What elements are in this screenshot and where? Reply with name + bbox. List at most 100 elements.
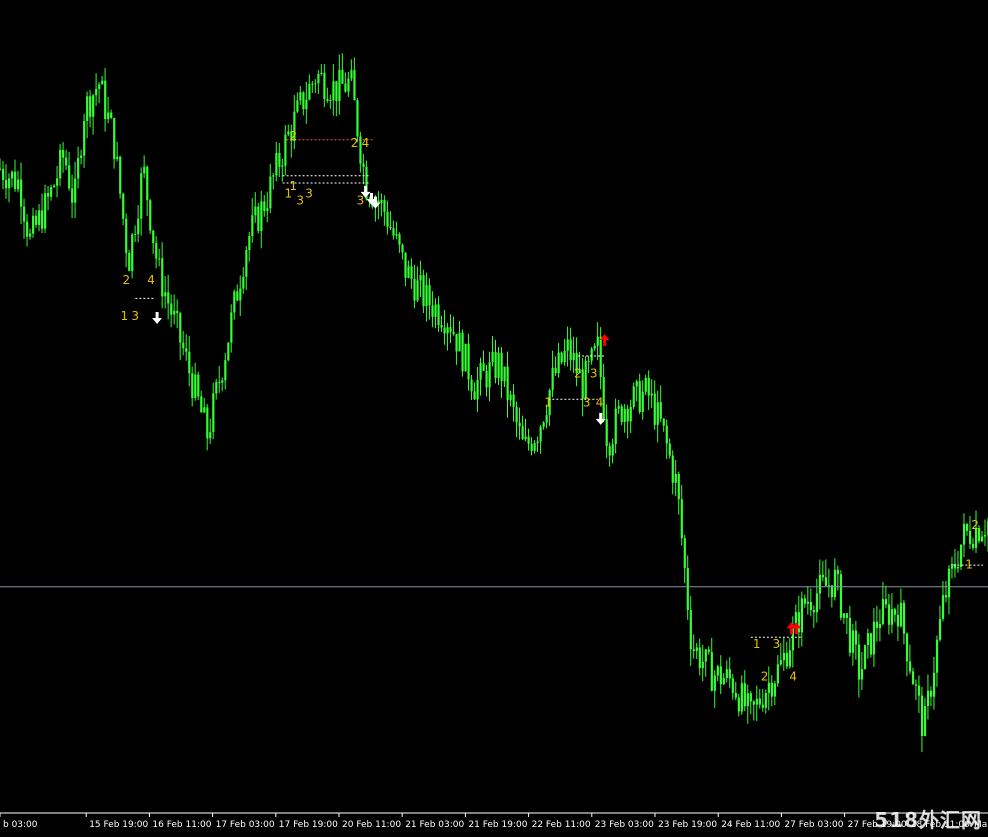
candle-body <box>296 100 299 112</box>
candle-body <box>278 153 281 167</box>
candle-body <box>824 577 828 586</box>
candle-body <box>725 669 728 679</box>
candle-body <box>323 72 326 99</box>
candle-body <box>449 327 452 332</box>
candle-body <box>893 609 897 615</box>
candle-body <box>62 149 65 158</box>
candle-body <box>908 661 912 672</box>
candle-body <box>434 304 437 317</box>
x-tick-label: 20 Feb 11:00 <box>342 820 401 830</box>
candle-body <box>395 234 398 236</box>
candle-body <box>104 80 107 120</box>
candle-body <box>251 215 254 237</box>
candle-body <box>560 352 563 363</box>
candle-body <box>11 171 14 179</box>
candle-body <box>734 692 737 698</box>
candle-body <box>257 206 260 231</box>
candle-body <box>716 666 719 676</box>
wave-label: 2 <box>351 136 359 150</box>
candle-body <box>182 342 185 349</box>
candle-body <box>17 179 20 190</box>
candle-body <box>743 683 746 707</box>
candle-body <box>917 685 921 696</box>
candle-body <box>530 443 533 451</box>
candle-body <box>131 234 134 272</box>
candle-body <box>479 363 482 380</box>
wave-label: 3 <box>357 194 365 208</box>
wave-label: 2 <box>761 669 769 683</box>
candle-body <box>902 602 906 634</box>
candle-body <box>803 598 807 604</box>
candle-body <box>326 98 329 101</box>
candle-body <box>914 684 918 686</box>
candle-body <box>269 176 272 209</box>
candle-body <box>413 278 416 301</box>
x-tick-label: 15 Feb 19:00 <box>89 820 148 830</box>
candle-body <box>983 534 987 537</box>
candle-body <box>608 446 611 456</box>
candle-body <box>521 426 524 440</box>
candle-body <box>656 402 659 425</box>
candle-body <box>533 443 536 451</box>
candle-body <box>515 406 518 423</box>
candle-body <box>839 574 843 618</box>
candle-body <box>737 697 740 712</box>
candle-body <box>896 614 900 627</box>
candle-body <box>965 524 969 531</box>
candle-body <box>443 327 446 334</box>
candle-body <box>980 536 984 542</box>
candle-body <box>230 312 233 343</box>
candle-body <box>383 199 386 212</box>
candle-body <box>122 193 125 219</box>
candle-body <box>356 100 359 137</box>
candle-body <box>407 266 410 278</box>
candle-body <box>458 332 461 352</box>
candle-body <box>872 621 876 655</box>
candle-body <box>566 339 569 351</box>
candle-body <box>452 331 455 335</box>
candle-body <box>944 595 948 598</box>
candle-body <box>659 402 662 419</box>
candle-body <box>806 601 810 604</box>
wave-label: 2 <box>574 367 582 381</box>
candle-body <box>47 193 50 197</box>
candle-body <box>38 210 41 225</box>
candle-body <box>680 499 683 539</box>
candle-body <box>26 221 29 237</box>
candle-body <box>41 210 44 229</box>
wave-labels-layer: 2 41 3211332 432 31 3 41 32 421 <box>121 129 979 684</box>
candle-body <box>710 652 713 691</box>
candle-body <box>329 100 332 102</box>
candle-body <box>77 157 80 179</box>
candle-body <box>662 418 665 426</box>
candle-body <box>464 343 467 372</box>
candle-body <box>404 252 407 278</box>
candle-body <box>416 280 419 301</box>
candle-body <box>32 215 35 234</box>
candle-body <box>476 379 479 400</box>
x-tick-label: 21 Feb 03:00 <box>405 820 464 830</box>
candle-body <box>482 363 485 371</box>
x-axis-ticks: b 03:00 15 Feb 19:00 16 Feb 11:00 17 Feb 03… <box>0 813 988 830</box>
candle-body <box>527 436 530 444</box>
candle-body <box>491 352 494 363</box>
candle-body <box>764 692 767 708</box>
candle-body <box>911 671 915 685</box>
candle-body <box>455 334 458 352</box>
candle-body <box>878 623 882 629</box>
candle-body <box>581 369 584 399</box>
candle-body <box>866 633 870 646</box>
wave-label: 2 <box>971 518 979 532</box>
candle-body <box>83 120 86 156</box>
x-tick-label: 21 Feb 19:00 <box>468 820 527 830</box>
candle-body <box>644 377 647 392</box>
candle-body <box>44 193 47 229</box>
candle-body <box>431 305 434 317</box>
candle-body <box>629 406 632 422</box>
candle-body <box>512 394 515 407</box>
candle-body <box>110 112 113 119</box>
candle-body <box>695 647 698 651</box>
candle-body <box>923 705 927 736</box>
candle-body <box>626 408 629 422</box>
candle-body <box>929 690 933 697</box>
